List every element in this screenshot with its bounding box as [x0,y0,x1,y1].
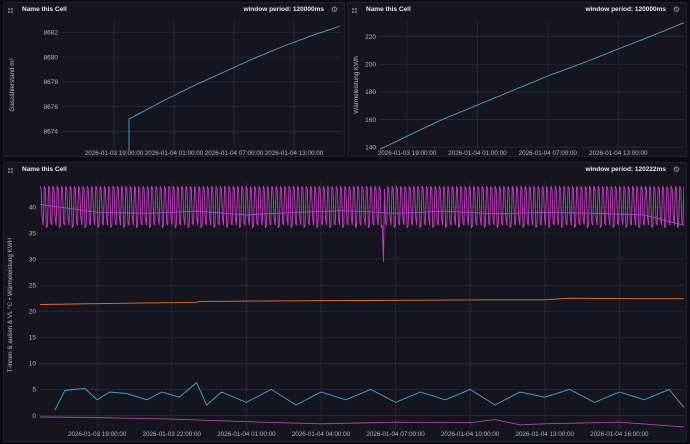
series-line-3 [54,381,684,411]
y-tick-label: 8674 [44,129,59,136]
series-line-2 [40,297,684,305]
series-line-0 [380,22,684,150]
x-tick-label: 2026-01-03 19:00:00 [85,150,144,157]
y-axis-label: Wärmeleistung KWh [353,56,360,114]
y-tick-label: 220 [365,34,376,41]
x-tick-label: 2026-01-04 13:00:00 [265,150,324,157]
y-axis-label: Gaszählerstand m³ [9,58,16,111]
y-tick-label: 15 [29,335,37,342]
y-axis-label: T-innen & außen & VL °C • Wärmeleistung … [6,237,14,372]
x-tick-label: 2026-01-04 01:00:00 [217,431,276,438]
x-tick-label: 2026-01-03 19:00:00 [68,431,127,438]
y-tick-label: 8682 [44,30,59,37]
cell-heat-output: Name this Cell window period: 120000ms ⚙… [347,2,687,157]
y-tick-label: 8676 [44,104,59,111]
y-tick-label: 30 [29,256,37,263]
x-tick-label: 2026-01-04 07:00:00 [366,431,425,438]
x-tick-label: 2026-01-03 19:00:00 [378,150,437,157]
y-tick-label: 25 [29,283,37,290]
y-tick-label: 20 [29,309,37,316]
x-tick-label: 2026-01-03 22:00:00 [143,431,202,438]
chart-gas-meter: 867486768678868086822026-01-03 19:00:00 2… [9,20,342,157]
cell-gas-meter: Name this Cell window period: 120000ms ⚙… [3,2,345,157]
x-tick-label: 2026-01-04 16:00:00 [590,431,649,438]
y-tick-label: 180 [365,89,376,96]
chart-heat-output: 140 160 180 200 220 2026-01-03 19:00:00 2026-0… [353,20,684,157]
y-tick-label: 160 [365,117,376,124]
x-tick-label: 2026-01-04 13:00:00 [516,431,575,438]
x-tick-label: 2026-01-04 01:00:00 [448,150,507,157]
y-tick-label: 200 [365,62,376,69]
y-tick-label: 0 [32,413,36,420]
x-tick-label: 2026-01-04 07:00:00 [519,150,578,157]
y-tick-label: 5 [32,387,36,394]
y-tick-label: 140 [365,145,376,152]
x-tick-label: 2026-01-04 04:00:00 [292,431,351,438]
x-tick-label: 2026-01-04 01:00:00 [145,150,204,157]
x-tick-label: 2026-01-04 10:00:00 [441,431,500,438]
x-tick-label: 2026-01-04 07:00:00 [205,150,264,157]
y-tick-label: 35 [29,230,37,237]
chart-temperatures: 0 5 10 15 20 25 30 35 40 2026-01-03 19:00:00 2026-… [6,181,684,438]
series-line-4 [40,416,684,428]
y-tick-label: 40 [29,204,37,211]
y-tick-label: 8680 [44,54,59,61]
series-line-0 [40,186,684,262]
cell-temperatures: Name this Cell window period: 120222ms ⚙… [3,162,687,442]
x-tick-label: 2026-01-04 13:00:00 [589,150,648,157]
y-tick-label: 10 [29,361,37,368]
y-tick-label: 8678 [44,79,59,86]
